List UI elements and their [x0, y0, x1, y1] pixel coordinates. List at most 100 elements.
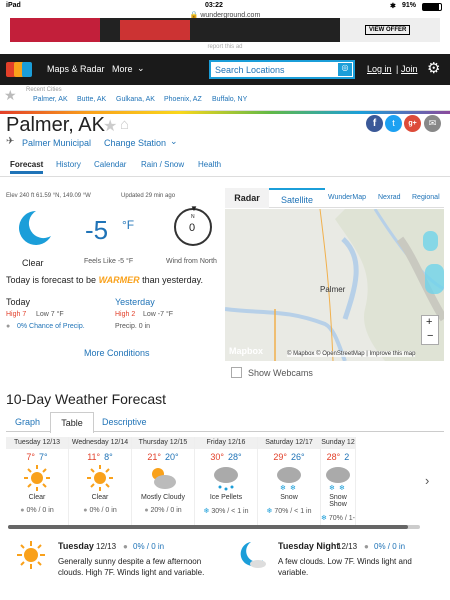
recent-city[interactable]: Gulkana, AK	[116, 96, 155, 103]
email-icon[interactable]: ✉	[424, 115, 441, 132]
ad-view-offer[interactable]: VIEW OFFER	[365, 25, 411, 35]
tab-history[interactable]: History	[56, 160, 81, 169]
forecast-day-date: Wednesday 12/14	[69, 437, 131, 449]
tab-forecast[interactable]: Forecast	[10, 160, 44, 174]
forecast-day-date: Sunday 12	[321, 437, 355, 449]
home-icon[interactable]: ⌂	[120, 116, 129, 133]
zoom-in-button[interactable]: +	[426, 316, 432, 328]
twitter-icon[interactable]: t	[385, 115, 402, 132]
scrollbar-thumb[interactable]	[8, 525, 408, 529]
forecast-high: 30°	[210, 452, 224, 462]
forecast-precip: ● 0% / 0 in	[69, 507, 131, 514]
forecast-precip-value: 30% / < 1 in	[211, 508, 249, 515]
forecast-precip-value: 70% / < 1 in	[274, 508, 312, 515]
forecast-section-title: 10-Day Weather Forecast	[6, 391, 167, 407]
forecast-condition: Snow	[280, 494, 298, 501]
forecast-hi-lo: 21° 20°	[132, 452, 194, 462]
forecast-day-column[interactable]: Friday 12/16 30° 28° Ice Pellets ❄ 30% / < 1…	[195, 437, 258, 525]
forecast-low: 2	[344, 452, 350, 462]
map-tabs: Radar Satellite WunderMap Nexrad Regiona…	[225, 188, 444, 208]
forecast-condition: Clear	[91, 494, 109, 501]
recent-city[interactable]: Palmer, AK	[33, 96, 68, 103]
station-name[interactable]: Palmer Municipal	[22, 138, 91, 148]
report-ad-link[interactable]: report this ad	[0, 44, 450, 50]
tab-table[interactable]: Table	[50, 412, 94, 433]
tab-rain-snow[interactable]: Rain / Snow	[141, 160, 184, 169]
facebook-icon[interactable]: f	[366, 115, 383, 132]
zoom-out-button[interactable]: −	[427, 330, 433, 342]
radar-map[interactable]: Palmer + − Mapbox © Mapbox © OpenStreetM…	[225, 209, 444, 361]
forecast-day-column[interactable]: Thursday 12/15 21° 20° Mostly Cloudy ● 20% /…	[132, 437, 195, 525]
current-temp: -5	[85, 215, 109, 245]
precip-icon: ●	[20, 507, 25, 514]
join-link[interactable]: Join	[401, 64, 418, 74]
zoom-controls: + −	[421, 315, 439, 345]
gear-icon[interactable]: ⚙	[427, 59, 440, 77]
yesterday-precip: Precip. 0 in	[115, 323, 151, 330]
chevron-right-icon[interactable]: ›	[425, 473, 429, 488]
search-input[interactable]: Search Locations	[215, 65, 285, 75]
tab-satellite[interactable]: Satellite	[269, 188, 325, 208]
temp-unit: °F	[122, 218, 135, 232]
tab-wundermap[interactable]: WunderMap	[328, 194, 366, 201]
forecast-high: 29°	[273, 452, 287, 462]
forecast-day-column[interactable]: Tuesday 12/13 7° 7° Clear ● 0% / 0 in	[6, 437, 69, 525]
tab-nexrad[interactable]: Nexrad	[378, 194, 401, 201]
forecast-hi-lo: 11° 8°	[69, 452, 131, 462]
tab-regional[interactable]: Regional	[412, 194, 440, 201]
forecast-precip-value: 0% / 0 in	[26, 507, 54, 514]
tab-calendar[interactable]: Calendar	[94, 160, 126, 169]
raindrop-icon: ●	[6, 323, 11, 330]
precip-icon: ❄	[266, 508, 273, 515]
login-link[interactable]: Log in	[367, 64, 392, 74]
more-conditions-link[interactable]: More Conditions	[84, 348, 150, 358]
forecast-precip: ❄ 70% / < 1 in	[258, 507, 320, 515]
recent-city[interactable]: Butte, AK	[77, 96, 106, 103]
forecast-high: 11°	[87, 452, 101, 462]
forecast-low: 7°	[39, 452, 48, 462]
tab-descriptive[interactable]: Descriptive	[102, 417, 147, 427]
today-label: Today	[6, 297, 31, 307]
sun-icon	[16, 540, 46, 570]
locate-icon[interactable]: ◎	[338, 63, 352, 76]
detail-night-date: 12/13	[337, 542, 358, 551]
maps-radar-link[interactable]: Maps & Radar	[47, 64, 105, 74]
yesterday-link[interactable]: Yesterday	[115, 297, 155, 307]
compass-n-icon: N	[191, 214, 195, 220]
horizontal-scrollbar[interactable]	[8, 525, 420, 529]
forecast-precip: ❄ 70% / 1-	[321, 514, 355, 522]
tab-graph[interactable]: Graph	[15, 417, 40, 427]
svg-text:❄: ❄	[280, 484, 286, 492]
today-high: High 7	[6, 311, 27, 318]
webcams-checkbox[interactable]	[231, 367, 242, 378]
recent-city[interactable]: Buffalo, NY	[212, 96, 247, 103]
ice-icon	[195, 464, 257, 492]
favorite-star-icon[interactable]: ★	[103, 116, 117, 136]
detail-night-title: Tuesday Night	[278, 541, 340, 551]
forecast-day-column[interactable]: Wednesday 12/14 11° 8° Clear ● 0% / 0 in	[69, 437, 132, 525]
warmer-label: WARMER	[98, 275, 140, 285]
star-icon[interactable]: ★	[4, 87, 17, 104]
precip-icon: ●	[144, 507, 149, 514]
cloud-icon	[132, 464, 194, 492]
precip-icon: ●	[83, 507, 88, 514]
more-menu[interactable]: More	[112, 64, 133, 74]
forecast-condition: Mostly Cloudy	[141, 494, 185, 501]
tab-radar[interactable]: Radar	[225, 188, 269, 208]
ad-banner[interactable]: VIEW OFFER	[10, 18, 440, 42]
forecast-day-column[interactable]: Sunday 12 28° 2 ❄ ❄ Snow Show ❄ 70% / 1-	[321, 437, 356, 525]
forecast-hi-lo: 7° 7°	[6, 452, 68, 462]
forecast-hi-lo: 29° 26°	[258, 452, 320, 462]
wu-logo[interactable]	[6, 60, 38, 79]
mapbox-logo: Mapbox	[229, 346, 264, 356]
recent-city[interactable]: Phoenix, AZ	[164, 96, 202, 103]
google-plus-icon[interactable]: g+	[404, 115, 421, 132]
search-box[interactable]: Search Locations ◎	[209, 60, 355, 79]
forecast-day-column[interactable]: Saturday 12/17 29° 26° ❄ ❄ Snow ❄ 70% / < 1 in	[258, 437, 321, 525]
change-station-link[interactable]: Change Station	[104, 138, 166, 148]
chevron-down-icon: ⌄	[170, 136, 178, 146]
detail-day-precip: 0% / 0 in	[133, 542, 165, 551]
detail-day-title: Tuesday	[58, 541, 94, 551]
map-credit[interactable]: © Mapbox © OpenStreetMap | Improve this …	[287, 351, 416, 357]
tab-health[interactable]: Health	[198, 160, 221, 169]
